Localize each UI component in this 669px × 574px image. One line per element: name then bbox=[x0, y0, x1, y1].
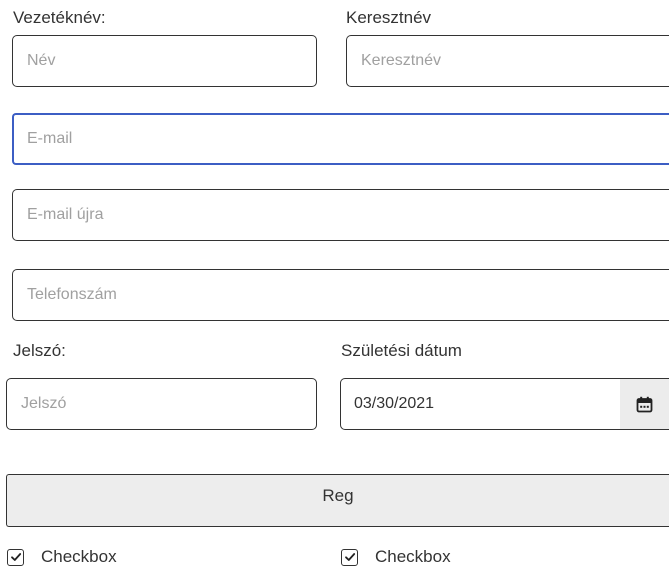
checkbox-1[interactable] bbox=[7, 548, 24, 566]
birth-date-value: 03/30/2021 bbox=[354, 395, 435, 412]
checkbox-row-1: Checkbox bbox=[7, 546, 117, 568]
first-name-input[interactable] bbox=[346, 35, 669, 87]
checkbox-row-2: Checkbox bbox=[341, 546, 451, 568]
checkbox-1-label: Checkbox bbox=[41, 547, 117, 566]
last-name-label: Vezetéknév: bbox=[13, 8, 106, 27]
phone-input[interactable] bbox=[12, 269, 669, 321]
registration-form: Vezetéknév: Keresztnév Jelszó: Születési… bbox=[0, 0, 669, 574]
birth-date-label: Születési dátum bbox=[341, 341, 462, 360]
email-again-input[interactable] bbox=[12, 189, 669, 241]
checkbox-2-label: Checkbox bbox=[375, 547, 451, 566]
checkmark-icon bbox=[10, 553, 21, 561]
checkmark-icon bbox=[344, 553, 355, 561]
reg-button[interactable]: Reg bbox=[6, 474, 669, 527]
first-name-label: Keresztnév bbox=[346, 8, 432, 27]
password-input[interactable] bbox=[6, 378, 317, 430]
calendar-icon bbox=[636, 396, 653, 412]
birth-date-input[interactable]: 03/30/2021 bbox=[340, 378, 669, 430]
checkbox-2[interactable] bbox=[341, 548, 358, 566]
calendar-button[interactable] bbox=[620, 379, 669, 429]
email-input[interactable] bbox=[12, 113, 669, 165]
last-name-input[interactable] bbox=[12, 35, 317, 87]
password-label: Jelszó: bbox=[13, 341, 66, 360]
